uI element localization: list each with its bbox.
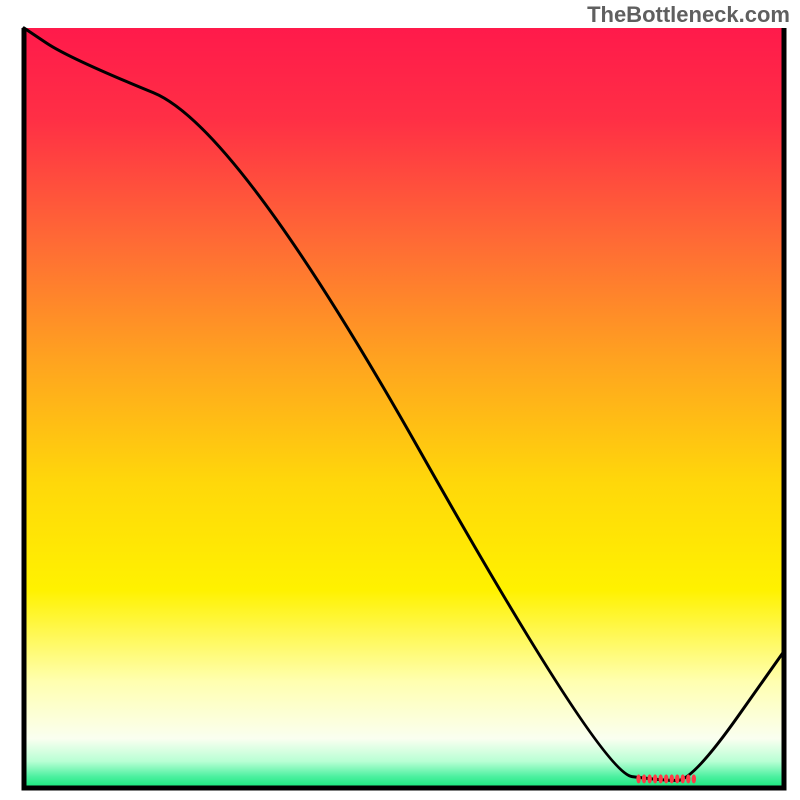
bottleneck-chart: [0, 0, 800, 800]
optimal-marker: [636, 774, 696, 783]
chart-stage: TheBottleneck.com: [0, 0, 800, 800]
gradient-background: [24, 28, 784, 788]
